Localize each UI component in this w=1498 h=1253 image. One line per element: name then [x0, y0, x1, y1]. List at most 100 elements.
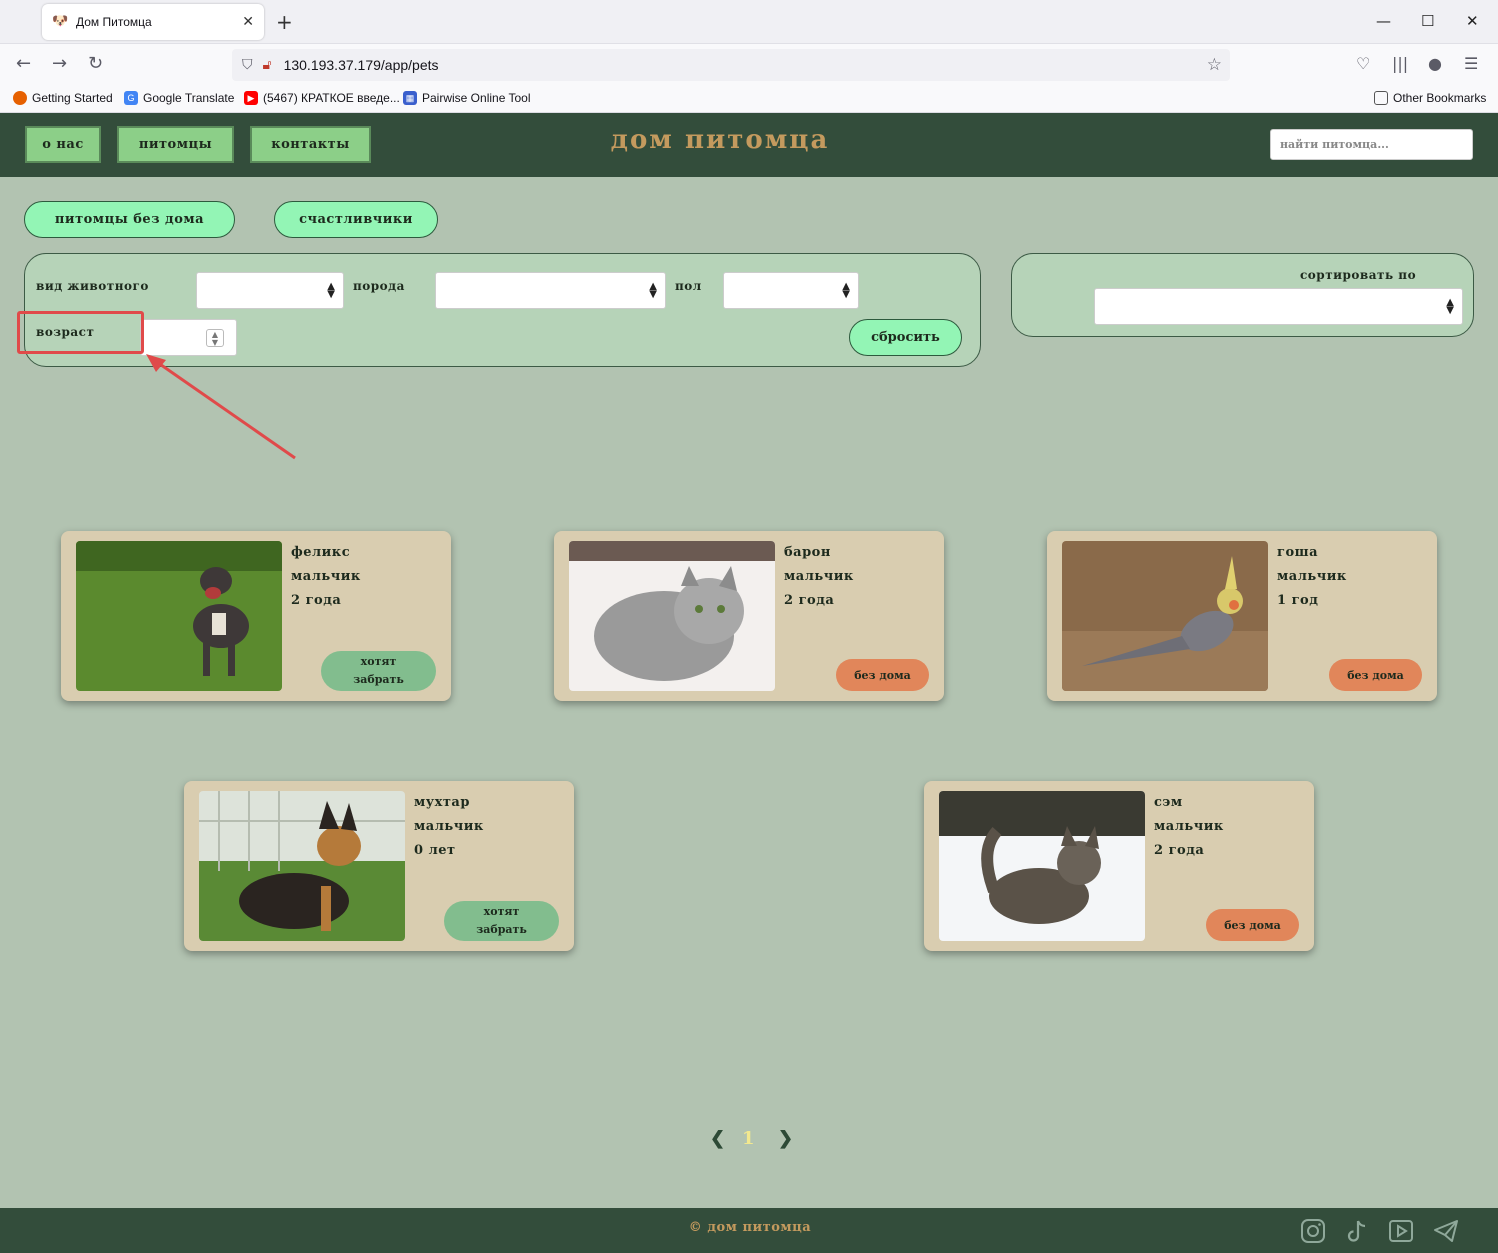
bookmark-label: Other Bookmarks: [1393, 91, 1487, 105]
bookmark-youtube[interactable]: ▶ (5467) КРАТКОЕ введе...: [244, 91, 400, 105]
reset-button[interactable]: сбросить: [849, 319, 962, 356]
pet-info: гоша мальчик 1 год: [1277, 541, 1347, 613]
tab-lucky-pets[interactable]: счастливчики: [274, 201, 438, 238]
new-tab-icon[interactable]: +: [276, 10, 293, 34]
nav-about-button[interactable]: о нас: [25, 126, 101, 163]
bookmark-google-translate[interactable]: G Google Translate: [124, 91, 234, 105]
pet-gender: мальчик: [784, 569, 854, 584]
pet-card[interactable]: феликс мальчик 2 года хотят забрать: [61, 531, 451, 701]
gender-label: пол: [675, 279, 702, 293]
animal-type-label: вид животного: [36, 279, 149, 293]
status-badge: хотят забрать: [321, 651, 436, 691]
pocket-icon[interactable]: ♡: [1356, 54, 1370, 73]
pet-photo: [569, 541, 775, 691]
bookmarks-bar: Getting Started G Google Translate ▶ (54…: [0, 86, 1498, 113]
grid-icon: ▦: [403, 91, 417, 105]
pet-card[interactable]: сэм мальчик 2 года без дома: [924, 781, 1314, 951]
pet-info: барон мальчик 2 года: [784, 541, 854, 613]
insecure-lock-icon[interactable]: 🔓︎: [263, 57, 272, 73]
annotation-highlight-box: [17, 311, 144, 354]
pet-info: феликс мальчик 2 года: [291, 541, 361, 613]
pet-info: мухтар мальчик 0 лет: [414, 791, 484, 863]
telegram-icon[interactable]: [1432, 1217, 1460, 1245]
bookmark-label: Getting Started: [32, 91, 113, 105]
address-bar[interactable]: ⛉ 🔓︎ 130.193.37.179/app/pets ☆: [232, 49, 1230, 81]
browser-tab-bar: 🐶 Дом Питомца ✕ + — ☐ ✕: [0, 0, 1498, 44]
sort-select[interactable]: ▲ ▼: [1094, 288, 1463, 325]
copyright-text: © дом питомца: [688, 1220, 812, 1235]
bookmark-label: (5467) КРАТКОЕ введе...: [263, 91, 400, 105]
pet-gender: мальчик: [291, 569, 361, 584]
pet-photo: [1062, 541, 1268, 691]
tab-title: Дом Питомца: [76, 15, 152, 29]
back-icon[interactable]: ←: [16, 53, 31, 74]
bookmark-label: Pairwise Online Tool: [422, 91, 531, 105]
forward-icon[interactable]: →: [52, 53, 67, 74]
search-input[interactable]: [1270, 129, 1473, 160]
select-arrows-icon: ▲ ▼: [1446, 297, 1454, 316]
tab-homeless-pets[interactable]: питомцы без дома: [24, 201, 235, 238]
status-badge: без дома: [1329, 659, 1422, 691]
maximize-icon[interactable]: ☐: [1421, 12, 1434, 30]
select-arrows-icon: ▲ ▼: [649, 281, 657, 300]
pet-age: 2 года: [1154, 843, 1205, 858]
folder-icon: [1374, 91, 1388, 105]
pet-card[interactable]: мухтар мальчик 0 лет хотят забрать: [184, 781, 574, 951]
pet-photo: [939, 791, 1145, 941]
nav-contacts-button[interactable]: контакты: [250, 126, 371, 163]
puppy-icon: [199, 791, 405, 941]
pet-age: 0 лет: [414, 843, 456, 858]
youtube-icon[interactable]: [1387, 1217, 1415, 1245]
pet-name: барон: [784, 545, 831, 560]
pet-age: 1 год: [1277, 593, 1319, 608]
bookmark-pairwise[interactable]: ▦ Pairwise Online Tool: [403, 91, 531, 105]
status-badge: без дома: [1206, 909, 1299, 941]
select-arrows-icon: ▲ ▼: [842, 281, 850, 300]
next-page-button[interactable]: ❯: [778, 1128, 793, 1149]
firefox-icon: [13, 91, 27, 105]
bookmark-getting-started[interactable]: Getting Started: [13, 91, 113, 105]
pet-gender: мальчик: [414, 819, 484, 834]
pet-favicon-icon: 🐶: [52, 14, 69, 29]
pet-photo: [76, 541, 282, 691]
site-title: дом питомца: [610, 125, 830, 155]
shield-icon[interactable]: ⛉: [242, 57, 253, 73]
cat-icon: [939, 791, 1145, 941]
nav-pets-button[interactable]: питомцы: [117, 126, 234, 163]
spinner-icon[interactable]: ▲ ▼: [206, 329, 224, 347]
pet-age: 2 года: [291, 593, 342, 608]
breed-label: порода: [353, 279, 405, 293]
pet-card[interactable]: барон мальчик 2 года без дома: [554, 531, 944, 701]
close-window-icon[interactable]: ✕: [1466, 12, 1479, 30]
gender-select[interactable]: ▲ ▼: [723, 272, 859, 309]
animal-type-select[interactable]: ▲ ▼: [196, 272, 344, 309]
pet-name: феликс: [291, 545, 351, 560]
minimize-icon[interactable]: —: [1376, 12, 1391, 30]
url-text[interactable]: 130.193.37.179/app/pets: [284, 57, 1207, 73]
youtube-icon: ▶: [244, 91, 258, 105]
instagram-icon[interactable]: [1299, 1217, 1327, 1245]
menu-icon[interactable]: ☰: [1464, 54, 1478, 73]
browser-nav-bar: ← → ↻ ⛉ 🔓︎ 130.193.37.179/app/pets ☆ ♡ |…: [0, 44, 1498, 86]
tiktok-icon[interactable]: [1343, 1217, 1371, 1245]
current-page[interactable]: 1: [742, 1128, 755, 1149]
bookmark-star-icon[interactable]: ☆: [1207, 55, 1222, 75]
dog-icon: [76, 541, 282, 691]
status-badge: без дома: [836, 659, 929, 691]
status-badge: хотят забрать: [444, 901, 559, 941]
translate-icon: G: [124, 91, 138, 105]
reload-icon[interactable]: ↻: [88, 53, 103, 74]
extension-icon[interactable]: ●: [1428, 54, 1442, 73]
close-tab-icon[interactable]: ✕: [242, 14, 254, 30]
parrot-icon: [1062, 541, 1268, 691]
sort-label: сортировать по: [1300, 268, 1417, 282]
browser-tab[interactable]: 🐶 Дом Питомца ✕: [42, 4, 264, 40]
bookmark-label: Google Translate: [143, 91, 235, 105]
pet-card[interactable]: гоша мальчик 1 год без дома: [1047, 531, 1437, 701]
prev-page-button[interactable]: ❮: [710, 1128, 725, 1149]
breed-select[interactable]: ▲ ▼: [435, 272, 666, 309]
site-header: о нас питомцы контакты дом питомца: [0, 113, 1498, 177]
library-icon[interactable]: |||: [1392, 54, 1408, 73]
pet-photo: [199, 791, 405, 941]
other-bookmarks[interactable]: Other Bookmarks: [1374, 91, 1486, 105]
